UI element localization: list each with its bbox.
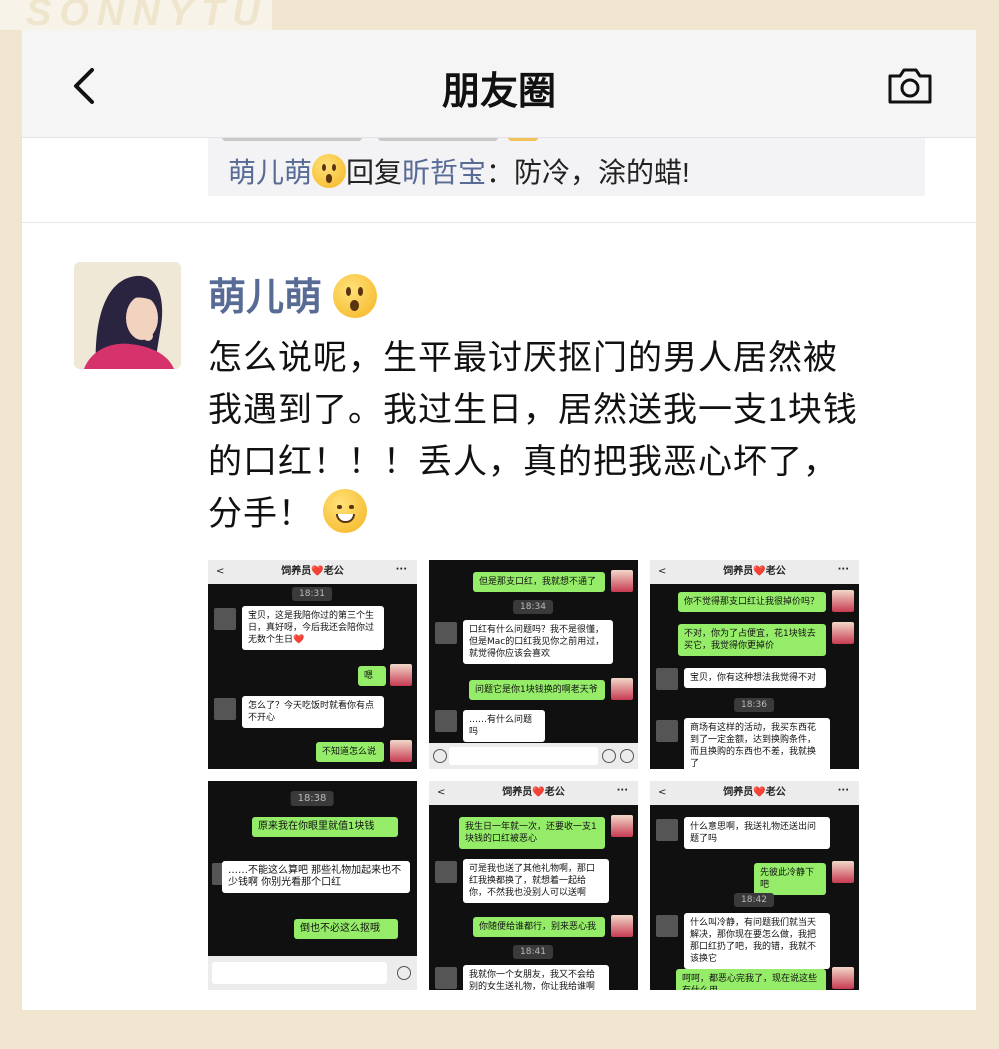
chat-bubble: 可是我也送了其他礼物啊，那口红我换都换了，就想着一起给你，不然我也没别人可以送啊 [463, 859, 609, 903]
moments-screen: 朋友圈 萌儿萌 回复昕哲宝：防冷，涂的蜡! 萌儿萌 怎么说呢，生平最讨厌抠门的男人… [22, 30, 976, 1010]
chat-bubble: ……有什么问题吗 [463, 710, 545, 742]
chat-header: < 饲养员❤️老公 ··· [650, 781, 859, 805]
chat-screenshot-3[interactable]: < 饲养员❤️老公 ··· 你不觉得那支口红让我很掉价吗？ 不对，你为了占便宜，花1… [650, 560, 859, 769]
chat-bubble: 什么叫冷静，有问题我们就当天解决，那你现在要怎么做，我把那口红扔了吧，我的错，我… [684, 913, 830, 969]
chat-bubble: 不知道怎么说 [316, 742, 384, 762]
chat-bubble: 怎么了？今天吃饭时就看你有点不开心 [242, 696, 384, 728]
chat-bubble: 倒也不必这么抠哦 [294, 919, 398, 939]
smile-emoji-icon [323, 489, 368, 533]
chat-header: < 饲养员❤️老公 ··· [208, 560, 417, 584]
chat-bubble: 呵呵，都恶心完我了，现在说这些有什么用 [676, 969, 826, 990]
chat-bubble: 但是那支口红，我就想不通了 [473, 572, 605, 592]
chat-input-bar [208, 956, 417, 990]
timestamp: 18:38 [290, 791, 334, 806]
post-line: 的口红！！！丢人，真的把我恶心坏了， [208, 443, 838, 481]
chat-bubble: 你随便给谁都行，别来恶心我 [473, 917, 605, 937]
chat-bubble: 原来我在你眼里就值1块钱 [252, 817, 398, 837]
chat-header: < 饲养员❤️老公 ··· [429, 781, 638, 805]
chat-bubble: 我就你一个女朋友，我又不会给别的女生送礼物，你让我给谁啊 [463, 965, 609, 990]
page-title: 朋友圈 [441, 71, 556, 113]
chat-bubble: 宝贝，你有这种想法我觉得不对 [684, 668, 826, 688]
timestamp: 18:42 [734, 893, 774, 907]
post-line: 我遇到了。我过生日，居然送我一支1块钱 [208, 391, 858, 429]
chat-bubble: 宝贝，这是我陪你过的第三个生日，真好呀，今后我还会陪你过无数个生日❤️ [242, 606, 384, 650]
chat-bubble: 先彼此冷静下吧 [754, 863, 826, 895]
chat-bubble: 不对，你为了占便宜，花1块钱去买它，我觉得你更掉价 [678, 624, 826, 656]
chat-input-bar [429, 743, 638, 769]
nav-bar: 朋友圈 [22, 30, 976, 138]
avatar-illustration [74, 262, 181, 369]
chat-bubble: 问题它是你1块钱换的啊老天爷 [469, 680, 605, 700]
chat-screenshot-6[interactable]: < 饲养员❤️老公 ··· 什么意思啊，我送礼物还送出问题了吗 先彼此冷静下吧 18… [650, 781, 859, 990]
camera-icon[interactable] [886, 66, 934, 106]
surprised-emoji-icon [332, 274, 377, 318]
watermark: SONNYTU [0, 0, 272, 30]
chat-bubble: ……不能这么算吧 那些礼物加起来也不少钱啊 你别光看那个口红 [222, 861, 410, 893]
reply-from-name[interactable]: 萌儿萌 [228, 157, 312, 188]
post-author-name[interactable]: 萌儿萌 [208, 277, 322, 319]
chat-bubble: 嗯 [358, 666, 386, 686]
post-line: 怎么说呢，生平最讨厌抠门的男人居然被 [208, 339, 838, 377]
post-text: 怎么说呢，生平最讨厌抠门的男人居然被 我遇到了。我过生日，居然送我一支1块钱 的… [208, 332, 928, 540]
timestamp: 18:31 [292, 587, 332, 601]
post-author[interactable]: 萌儿萌 [208, 266, 377, 321]
reply-to-name[interactable]: 昕哲宝 [402, 157, 486, 188]
chat-bubble: 商场有这样的活动，我买东西花到了一定金额，达到换购条件，而且换购的东西也不差，我… [684, 718, 830, 769]
chat-bubble: 我生日一年就一次，还要收一支1块钱的口红被恶心 [459, 817, 605, 849]
chat-bubble: 口红有什么问题吗？我不是很懂，但是Mac的口红我见你之前用过，就觉得你应该会喜欢 [463, 620, 613, 664]
chat-screenshot-1[interactable]: < 饲养员❤️老公 ··· 18:31 宝贝，这是我陪你过的第三个生日，真好呀，今后… [208, 560, 417, 769]
comment-reply[interactable]: 萌儿萌 回复昕哲宝：防冷，涂的蜡! [208, 150, 925, 196]
chat-bubble: 你不觉得那支口红让我很掉价吗？ [678, 592, 826, 612]
timestamp: 18:34 [513, 600, 553, 614]
timestamp: 18:36 [734, 698, 774, 712]
reply-verb: 回复 [346, 157, 403, 188]
divider [22, 222, 976, 223]
chat-header: < 饲养员❤️老公 ··· [650, 560, 859, 584]
avatar[interactable] [74, 262, 181, 369]
timestamp: 18:41 [513, 945, 553, 959]
chat-screenshot-2[interactable]: 但是那支口红，我就想不通了 18:34 口红有什么问题吗？我不是很懂，但是Mac… [429, 560, 638, 769]
surprised-emoji-icon [312, 154, 347, 188]
post-line: 分手！ [208, 488, 928, 540]
chat-screenshot-5[interactable]: < 饲养员❤️老公 ··· 我生日一年就一次，还要收一支1块钱的口红被恶心 可是我也… [429, 781, 638, 990]
chat-bubble: 什么意思啊，我送礼物还送出问题了吗 [684, 817, 830, 849]
chat-screenshot-4[interactable]: 18:38 原来我在你眼里就值1块钱 ……不能这么算吧 那些礼物加起来也不少钱啊… [208, 781, 417, 990]
reply-text: ：防冷，涂的蜡! [486, 157, 690, 188]
